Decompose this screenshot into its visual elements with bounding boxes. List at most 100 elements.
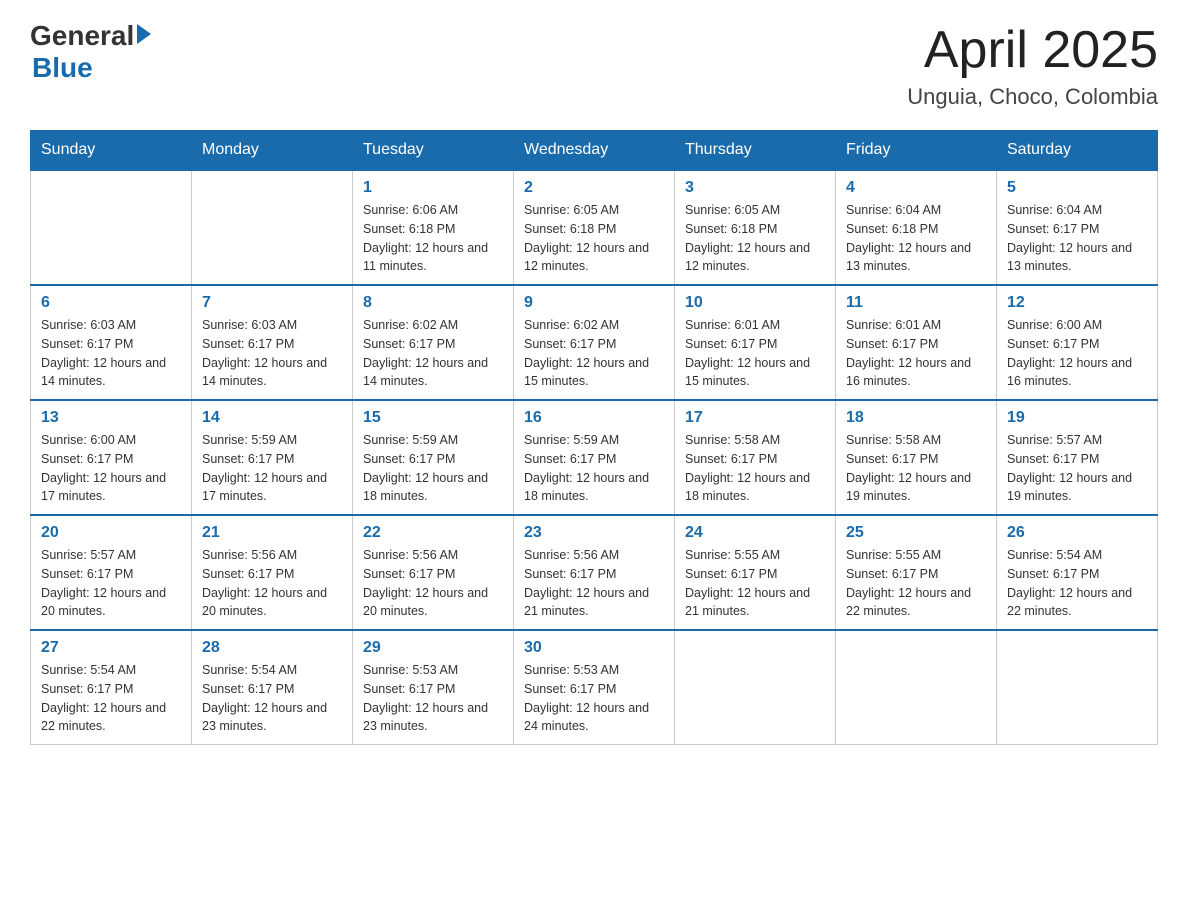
day-info: Sunrise: 6:00 AMSunset: 6:17 PMDaylight:… bbox=[41, 431, 181, 506]
calendar-cell bbox=[997, 630, 1158, 745]
day-info: Sunrise: 5:58 AMSunset: 6:17 PMDaylight:… bbox=[846, 431, 986, 506]
day-info: Sunrise: 5:54 AMSunset: 6:17 PMDaylight:… bbox=[1007, 546, 1147, 621]
month-title: April 2025 bbox=[907, 20, 1158, 80]
day-info: Sunrise: 6:05 AMSunset: 6:18 PMDaylight:… bbox=[524, 201, 664, 276]
day-info: Sunrise: 6:04 AMSunset: 6:17 PMDaylight:… bbox=[1007, 201, 1147, 276]
calendar-cell: 9 Sunrise: 6:02 AMSunset: 6:17 PMDaylight… bbox=[514, 285, 675, 400]
day-number: 8 bbox=[363, 294, 503, 312]
calendar-cell: 27 Sunrise: 5:54 AMSunset: 6:17 PMDayligh… bbox=[31, 630, 192, 745]
day-info: Sunrise: 6:04 AMSunset: 6:18 PMDaylight:… bbox=[846, 201, 986, 276]
day-info: Sunrise: 5:53 AMSunset: 6:17 PMDaylight:… bbox=[363, 661, 503, 736]
page-header: General Blue April 2025 Unguia, Choco, C… bbox=[30, 20, 1158, 110]
calendar-cell: 19Sunrise: 5:57 AMSunset: 6:17 PMDayligh… bbox=[997, 400, 1158, 515]
day-number: 27 bbox=[41, 639, 181, 657]
calendar-cell: 15 Sunrise: 5:59 AMSunset: 6:17 PMDayligh… bbox=[353, 400, 514, 515]
calendar-table: SundayMondayTuesdayWednesdayThursdayFrid… bbox=[30, 130, 1158, 745]
day-number: 17 bbox=[685, 409, 825, 427]
calendar-cell: 10Sunrise: 6:01 AMSunset: 6:17 PMDayligh… bbox=[675, 285, 836, 400]
day-number: 30 bbox=[524, 639, 664, 657]
calendar-cell: 4 Sunrise: 6:04 AMSunset: 6:18 PMDaylight… bbox=[836, 170, 997, 285]
day-number: 13 bbox=[41, 409, 181, 427]
day-info: Sunrise: 5:55 AMSunset: 6:17 PMDaylight:… bbox=[846, 546, 986, 621]
week-row-5: 27 Sunrise: 5:54 AMSunset: 6:17 PMDayligh… bbox=[31, 630, 1158, 745]
day-info: Sunrise: 6:06 AMSunset: 6:18 PMDaylight:… bbox=[363, 201, 503, 276]
day-info: Sunrise: 5:59 AMSunset: 6:17 PMDaylight:… bbox=[363, 431, 503, 506]
calendar-cell: 21Sunrise: 5:56 AMSunset: 6:17 PMDayligh… bbox=[192, 515, 353, 630]
day-info: Sunrise: 5:56 AMSunset: 6:17 PMDaylight:… bbox=[202, 546, 342, 621]
calendar-cell: 28Sunrise: 5:54 AMSunset: 6:17 PMDayligh… bbox=[192, 630, 353, 745]
calendar-cell: 1 Sunrise: 6:06 AMSunset: 6:18 PMDaylight… bbox=[353, 170, 514, 285]
calendar-cell bbox=[675, 630, 836, 745]
day-number: 2 bbox=[524, 179, 664, 197]
day-info: Sunrise: 5:53 AMSunset: 6:17 PMDaylight:… bbox=[524, 661, 664, 736]
calendar-cell: 2 Sunrise: 6:05 AMSunset: 6:18 PMDaylight… bbox=[514, 170, 675, 285]
calendar-cell: 29 Sunrise: 5:53 AMSunset: 6:17 PMDayligh… bbox=[353, 630, 514, 745]
location-title: Unguia, Choco, Colombia bbox=[907, 84, 1158, 110]
calendar-cell: 17 Sunrise: 5:58 AMSunset: 6:17 PMDayligh… bbox=[675, 400, 836, 515]
day-info: Sunrise: 5:56 AMSunset: 6:17 PMDaylight:… bbox=[363, 546, 503, 621]
day-number: 23 bbox=[524, 524, 664, 542]
day-number: 24 bbox=[685, 524, 825, 542]
day-number: 5 bbox=[1007, 179, 1147, 197]
day-number: 10 bbox=[685, 294, 825, 312]
calendar-cell bbox=[836, 630, 997, 745]
day-number: 14 bbox=[202, 409, 342, 427]
day-info: Sunrise: 6:03 AMSunset: 6:17 PMDaylight:… bbox=[202, 316, 342, 391]
day-number: 22 bbox=[363, 524, 503, 542]
day-number: 1 bbox=[363, 179, 503, 197]
day-number: 16 bbox=[524, 409, 664, 427]
day-info: Sunrise: 6:00 AMSunset: 6:17 PMDaylight:… bbox=[1007, 316, 1147, 391]
calendar-cell: 7 Sunrise: 6:03 AMSunset: 6:17 PMDaylight… bbox=[192, 285, 353, 400]
calendar-cell: 23Sunrise: 5:56 AMSunset: 6:17 PMDayligh… bbox=[514, 515, 675, 630]
day-number: 26 bbox=[1007, 524, 1147, 542]
day-number: 29 bbox=[363, 639, 503, 657]
day-number: 6 bbox=[41, 294, 181, 312]
calendar-cell: 24Sunrise: 5:55 AMSunset: 6:17 PMDayligh… bbox=[675, 515, 836, 630]
calendar-cell: 12Sunrise: 6:00 AMSunset: 6:17 PMDayligh… bbox=[997, 285, 1158, 400]
day-number: 18 bbox=[846, 409, 986, 427]
column-header-tuesday: Tuesday bbox=[353, 131, 514, 171]
calendar-cell: 26 Sunrise: 5:54 AMSunset: 6:17 PMDayligh… bbox=[997, 515, 1158, 630]
column-header-saturday: Saturday bbox=[997, 131, 1158, 171]
week-row-2: 6 Sunrise: 6:03 AMSunset: 6:17 PMDaylight… bbox=[31, 285, 1158, 400]
day-info: Sunrise: 5:59 AMSunset: 6:17 PMDaylight:… bbox=[524, 431, 664, 506]
week-row-1: 1 Sunrise: 6:06 AMSunset: 6:18 PMDaylight… bbox=[31, 170, 1158, 285]
day-info: Sunrise: 5:58 AMSunset: 6:17 PMDaylight:… bbox=[685, 431, 825, 506]
column-header-monday: Monday bbox=[192, 131, 353, 171]
day-number: 4 bbox=[846, 179, 986, 197]
day-info: Sunrise: 6:02 AMSunset: 6:17 PMDaylight:… bbox=[363, 316, 503, 391]
logo-arrow-icon bbox=[137, 24, 151, 44]
day-number: 25 bbox=[846, 524, 986, 542]
calendar-cell: 20 Sunrise: 5:57 AMSunset: 6:17 PMDayligh… bbox=[31, 515, 192, 630]
title-area: April 2025 Unguia, Choco, Colombia bbox=[907, 20, 1158, 110]
day-info: Sunrise: 6:02 AMSunset: 6:17 PMDaylight:… bbox=[524, 316, 664, 391]
calendar-cell bbox=[31, 170, 192, 285]
day-info: Sunrise: 5:54 AMSunset: 6:17 PMDaylight:… bbox=[41, 661, 181, 736]
day-number: 15 bbox=[363, 409, 503, 427]
day-number: 9 bbox=[524, 294, 664, 312]
calendar-cell bbox=[192, 170, 353, 285]
calendar-header-row: SundayMondayTuesdayWednesdayThursdayFrid… bbox=[31, 131, 1158, 171]
calendar-cell: 11Sunrise: 6:01 AMSunset: 6:17 PMDayligh… bbox=[836, 285, 997, 400]
calendar-cell: 30 Sunrise: 5:53 AMSunset: 6:17 PMDayligh… bbox=[514, 630, 675, 745]
day-number: 3 bbox=[685, 179, 825, 197]
day-info: Sunrise: 6:05 AMSunset: 6:18 PMDaylight:… bbox=[685, 201, 825, 276]
calendar-cell: 16 Sunrise: 5:59 AMSunset: 6:17 PMDayligh… bbox=[514, 400, 675, 515]
column-header-thursday: Thursday bbox=[675, 131, 836, 171]
day-info: Sunrise: 5:57 AMSunset: 6:17 PMDaylight:… bbox=[1007, 431, 1147, 506]
logo: General Blue bbox=[30, 20, 151, 84]
column-header-wednesday: Wednesday bbox=[514, 131, 675, 171]
week-row-3: 13 Sunrise: 6:00 AMSunset: 6:17 PMDayligh… bbox=[31, 400, 1158, 515]
day-number: 7 bbox=[202, 294, 342, 312]
calendar-cell: 14Sunrise: 5:59 AMSunset: 6:17 PMDayligh… bbox=[192, 400, 353, 515]
logo-general-text: General bbox=[30, 20, 134, 52]
day-number: 20 bbox=[41, 524, 181, 542]
column-header-friday: Friday bbox=[836, 131, 997, 171]
day-info: Sunrise: 5:57 AMSunset: 6:17 PMDaylight:… bbox=[41, 546, 181, 621]
week-row-4: 20 Sunrise: 5:57 AMSunset: 6:17 PMDayligh… bbox=[31, 515, 1158, 630]
day-number: 11 bbox=[846, 294, 986, 312]
calendar-cell: 5 Sunrise: 6:04 AMSunset: 6:17 PMDaylight… bbox=[997, 170, 1158, 285]
column-header-sunday: Sunday bbox=[31, 131, 192, 171]
calendar-cell: 18 Sunrise: 5:58 AMSunset: 6:17 PMDayligh… bbox=[836, 400, 997, 515]
day-info: Sunrise: 5:54 AMSunset: 6:17 PMDaylight:… bbox=[202, 661, 342, 736]
